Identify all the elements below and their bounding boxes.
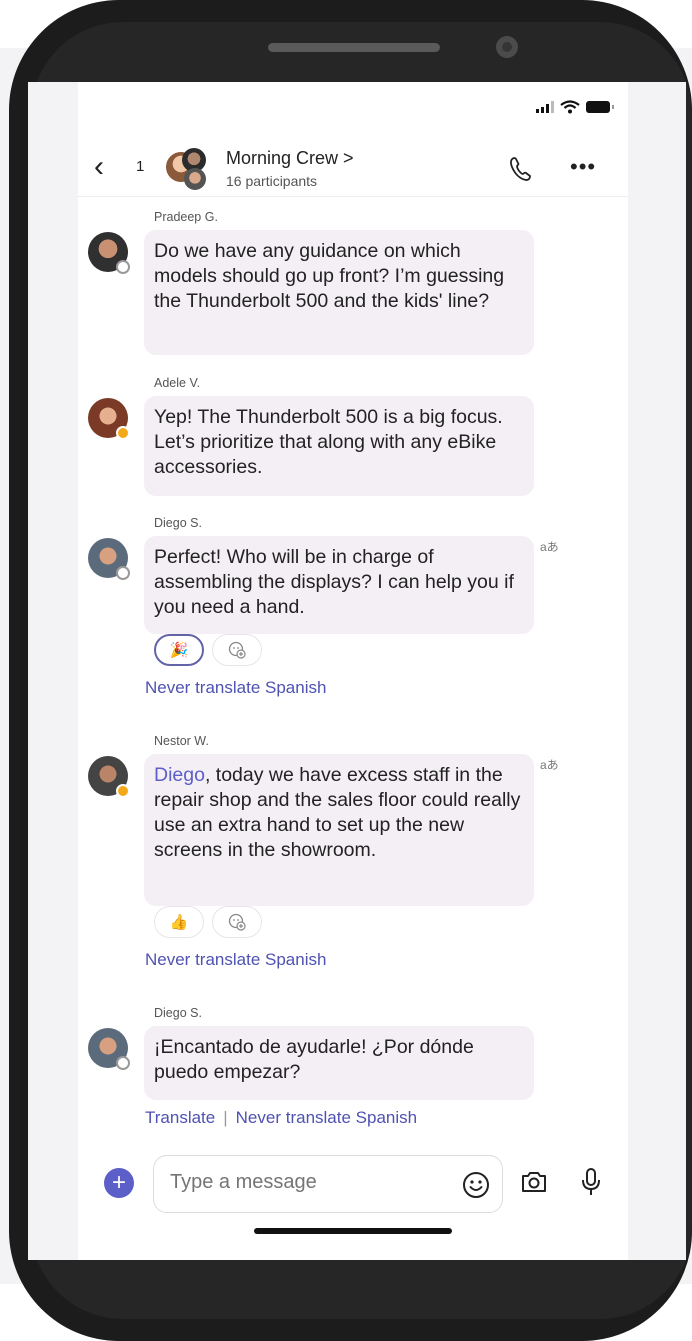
phone-call-icon[interactable]	[508, 156, 532, 182]
never-translate-link[interactable]: Never translate Spanish	[145, 950, 326, 970]
presence-offline-icon	[116, 566, 130, 580]
chat-title[interactable]: Morning Crew >	[226, 148, 354, 169]
message-input[interactable]	[168, 1170, 452, 1195]
presence-away-icon	[116, 784, 130, 798]
never-translate-link[interactable]: Never translate Spanish	[236, 1108, 417, 1127]
speaker-grille	[268, 43, 440, 52]
message-text: , today we have excess staff in the repa…	[154, 764, 521, 861]
message-sender: Adele V.	[154, 376, 201, 390]
message-composer: +	[78, 1150, 628, 1220]
status-bar	[536, 100, 614, 114]
camera-icon[interactable]	[520, 1170, 548, 1194]
microphone-icon[interactable]	[580, 1167, 602, 1197]
phone-screen: ‹ 1 Morning Crew > 16 participants ••• P…	[28, 82, 686, 1260]
back-chevron-icon[interactable]: ‹	[94, 152, 104, 182]
message-sender: Nestor W.	[154, 734, 209, 748]
emoji-icon[interactable]	[462, 1171, 490, 1199]
more-options-icon[interactable]: •••	[570, 154, 596, 180]
wifi-icon	[560, 100, 580, 114]
message-bubble[interactable]: Do we have any guidance on which models …	[144, 230, 534, 355]
plus-icon[interactable]: +	[104, 1168, 134, 1198]
mention-diego[interactable]: Diego	[154, 764, 205, 786]
battery-icon	[586, 101, 614, 113]
front-camera	[496, 36, 518, 58]
never-translate-link[interactable]: Never translate Spanish	[145, 678, 326, 698]
link-separator: |	[223, 1108, 228, 1127]
translate-links: Translate | Never translate Spanish	[145, 1108, 417, 1128]
translate-icon[interactable]: aあ	[540, 538, 559, 555]
reaction-thumbs-up[interactable]: 👍	[154, 906, 204, 938]
presence-offline-icon	[116, 260, 130, 274]
group-avatar[interactable]	[166, 148, 210, 192]
message-bubble[interactable]: Perfect! Who will be in charge of assemb…	[144, 536, 534, 634]
message-sender: Pradeep G.	[154, 210, 218, 224]
message-sender: Diego S.	[154, 1006, 202, 1020]
translate-icon[interactable]: aあ	[540, 756, 559, 773]
reaction-party[interactable]: 🎉	[154, 634, 204, 666]
add-reaction-icon[interactable]	[212, 634, 262, 666]
translate-link[interactable]: Translate	[145, 1108, 215, 1127]
message-sender: Diego S.	[154, 516, 202, 530]
back-unread-count[interactable]: 1	[136, 158, 144, 175]
message-input-box[interactable]	[153, 1155, 503, 1213]
teams-chat-app: ‹ 1 Morning Crew > 16 participants ••• P…	[78, 82, 628, 1260]
presence-offline-icon	[116, 1056, 130, 1070]
message-bubble[interactable]: Yep! The Thunderbolt 500 is a big focus.…	[144, 396, 534, 496]
presence-away-icon	[116, 426, 130, 440]
home-indicator[interactable]	[254, 1228, 452, 1234]
message-bubble[interactable]: ¡Encantado de ayudarle! ¿Por dónde puedo…	[144, 1026, 534, 1100]
message-bubble[interactable]: Diego, today we have excess staff in the…	[144, 754, 534, 906]
participant-count: 16 participants	[226, 173, 318, 189]
add-reaction-icon[interactable]	[212, 906, 262, 938]
signal-icon	[536, 101, 554, 113]
chat-header: ‹ 1 Morning Crew > 16 participants •••	[78, 140, 628, 197]
